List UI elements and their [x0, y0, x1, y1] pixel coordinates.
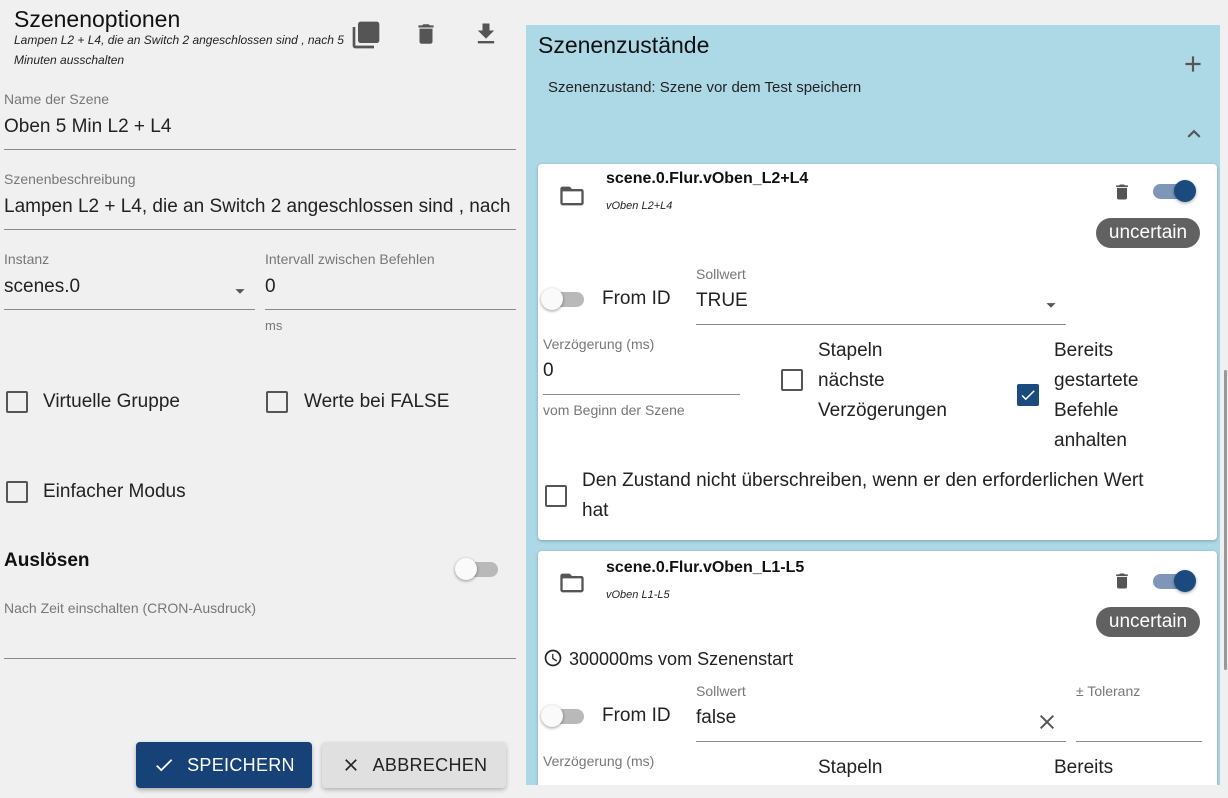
scene-state-card: scene.0.Flur.vOben_L2+L4 vOben L2+L4 unc…	[538, 164, 1217, 540]
easy-mode-checkbox[interactable]	[6, 481, 28, 503]
scene-description-label: Szenenbeschreibung	[4, 171, 136, 187]
values-false-checkbox[interactable]	[266, 391, 288, 413]
instance-select[interactable]: scenes.0	[4, 276, 255, 310]
from-id-switch[interactable]	[541, 285, 587, 313]
cancel-button[interactable]: ABBRECHEN	[322, 742, 506, 788]
clock-icon	[543, 648, 563, 668]
scene-states-panel: Szenenzustände Szenenzustand: Szene vor …	[526, 25, 1220, 785]
page-title: Szenenoptionen	[14, 6, 181, 32]
setpoint-value: TRUE	[696, 290, 748, 311]
timing-text: 300000ms vom Szenenstart	[569, 649, 794, 669]
no-overwrite-line2: hat	[582, 500, 609, 521]
interval-input[interactable]: 0	[265, 276, 516, 310]
tolerance-label: ± Toleranz	[1076, 683, 1141, 699]
setpoint-input[interactable]: false	[696, 707, 1066, 742]
delete-icon[interactable]	[413, 20, 439, 48]
scrollbar[interactable]	[1224, 370, 1227, 670]
scene-state-label: Szenenzustand: Szene vor dem Test speich…	[548, 79, 862, 96]
no-overwrite-checkbox[interactable]	[545, 485, 567, 507]
save-label: SPEICHERN	[187, 754, 295, 775]
scene-description-input[interactable]: Lampen L2 + L4, die an Switch 2 angeschl…	[4, 196, 516, 230]
delay-label: Verzögerung (ms)	[543, 336, 655, 352]
trigger-switch[interactable]	[455, 555, 501, 583]
tolerance-input[interactable]	[1076, 707, 1202, 742]
download-icon[interactable]	[472, 20, 500, 48]
stack-delays-line2: nächste	[818, 370, 885, 391]
state-enable-switch[interactable]	[1150, 567, 1196, 595]
cron-label: Nach Zeit einschalten (CRON-Ausdruck)	[4, 600, 257, 616]
stop-commands-line1: Bereits	[1054, 757, 1114, 778]
state-name: vOben L2+L4	[606, 200, 673, 212]
delete-icon[interactable]	[1112, 570, 1132, 592]
dropdown-arrow-icon[interactable]	[229, 280, 251, 302]
setpoint-label: Sollwert	[696, 266, 746, 282]
no-overwrite-line1: Den Zustand nicht überschreiben, wenn er…	[582, 470, 1144, 491]
trigger-title: Auslösen	[4, 550, 90, 571]
stack-delays-line3: Verzögerungen	[818, 400, 947, 421]
interval-unit: ms	[265, 318, 283, 333]
virtual-group-checkbox[interactable]	[6, 391, 28, 413]
status-badge: uncertain	[1096, 607, 1200, 637]
close-icon	[341, 755, 361, 775]
save-button[interactable]: SPEICHERN	[136, 742, 312, 788]
easy-mode-label: Einfacher Modus	[43, 481, 186, 502]
delay-label: Verzögerung (ms)	[543, 753, 655, 769]
delay-helper: vom Beginn der Szene	[543, 402, 685, 418]
scene-state-card: scene.0.Flur.vOben_L1-L5 vOben L1-L5 unc…	[538, 551, 1217, 785]
setpoint-select[interactable]: TRUE	[696, 290, 1066, 325]
stop-commands-line3: Befehle	[1054, 400, 1119, 421]
check-icon	[153, 754, 175, 776]
from-id-switch[interactable]	[541, 702, 587, 730]
status-badge: uncertain	[1096, 218, 1200, 248]
scene-name-input[interactable]: Oben 5 Min L2 + L4	[4, 116, 516, 150]
stack-delays-line1: Stapeln	[818, 340, 883, 361]
state-id: scene.0.Flur.vOben_L2+L4	[606, 170, 809, 187]
stop-commands-checkbox[interactable]	[1017, 384, 1039, 406]
cron-input[interactable]	[4, 624, 516, 659]
stop-commands-line2: gestartete	[1054, 370, 1139, 391]
page-subtitle: Lampen L2 + L4, die an Switch 2 angeschl…	[14, 33, 344, 67]
state-id: scene.0.Flur.vOben_L1-L5	[606, 559, 805, 576]
clear-icon[interactable]	[1035, 710, 1059, 734]
dropdown-arrow-icon[interactable]	[1040, 294, 1062, 316]
chevron-up-icon[interactable]	[1181, 121, 1207, 147]
folder-open-icon	[556, 569, 588, 597]
state-name: vOben L1-L5	[606, 589, 670, 601]
instance-label: Instanz	[4, 251, 50, 267]
folder-open-icon	[556, 182, 588, 210]
copy-icon[interactable]	[350, 19, 382, 51]
scene-name-label: Name der Szene	[4, 91, 110, 107]
from-id-label: From ID	[602, 705, 671, 726]
values-false-label: Werte bei FALSE	[304, 391, 450, 412]
stack-delays-line1: Stapeln	[818, 757, 883, 778]
stop-commands-line1: Bereits	[1054, 340, 1114, 361]
delay-input[interactable]: 0	[543, 360, 740, 395]
setpoint-label: Sollwert	[696, 683, 746, 699]
delete-icon[interactable]	[1112, 181, 1132, 203]
stop-commands-line4: anhalten	[1054, 430, 1127, 451]
from-id-label: From ID	[602, 288, 671, 309]
virtual-group-label: Virtuelle Gruppe	[43, 391, 180, 412]
instance-value: scenes.0	[4, 276, 81, 297]
scene-states-title: Szenenzustände	[538, 32, 710, 58]
cancel-label: ABBRECHEN	[372, 754, 488, 775]
interval-label: Intervall zwischen Befehlen	[265, 251, 435, 267]
add-icon[interactable]	[1180, 51, 1206, 77]
stack-delays-checkbox[interactable]	[781, 369, 803, 391]
state-enable-switch[interactable]	[1150, 177, 1196, 205]
